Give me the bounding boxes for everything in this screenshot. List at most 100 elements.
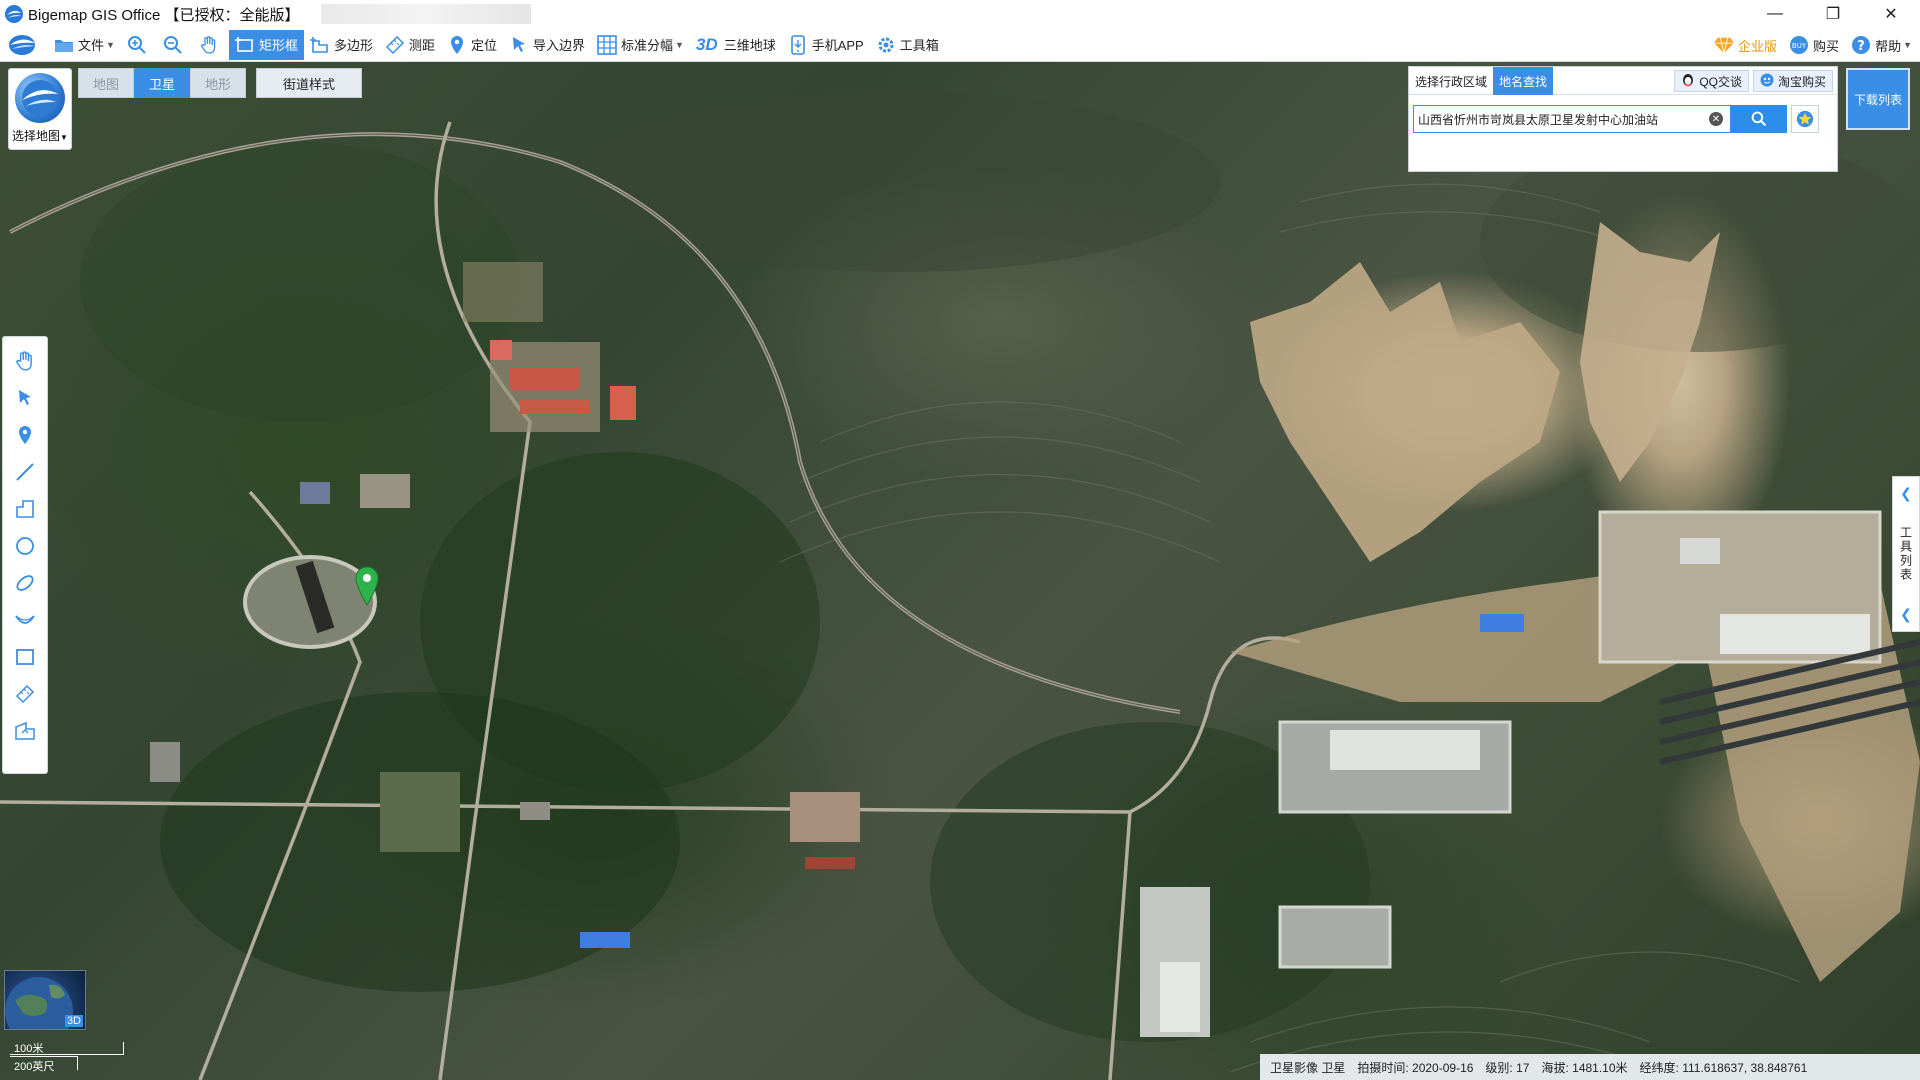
search-button[interactable] (1731, 105, 1787, 133)
imagery-source: 卫星影像 卫星 (1270, 1060, 1346, 1075)
map-type-tab-terrain[interactable]: 地形 (190, 68, 246, 98)
qq-chat-button[interactable]: QQ交谈 (1674, 70, 1749, 92)
chevron-down-icon: ▼ (106, 39, 115, 50)
scale-feet: 200英尺 (14, 1061, 55, 1073)
three-d-icon: 3D (695, 34, 718, 54)
line-tool[interactable] (7, 454, 43, 490)
rectangle-icon (16, 649, 34, 665)
standard-grid-label: 标准分幅 (621, 38, 674, 53)
ruler-icon (385, 35, 405, 55)
main-toolbar: 文件 ▼ 矩形框 多边形 测距 定位 导入边界 标准分幅 ▼ 3D 三维地球 手… (0, 28, 1920, 62)
taobao-buy-button[interactable]: 淘宝购买 (1752, 70, 1833, 92)
rectangle-select-icon (234, 35, 255, 55)
file-menu-label: 文件 (78, 38, 105, 53)
place-search-input[interactable] (1413, 105, 1731, 133)
toolbox-button[interactable]: 工具箱 (870, 30, 945, 60)
polygon-icon (309, 35, 330, 55)
restore-button[interactable]: ❐ (1804, 0, 1862, 28)
3d-badge: 3D (64, 1015, 83, 1027)
map-type-tab-map[interactable]: 地图 (78, 68, 134, 98)
search-panel: 选择行政区域 地名查找 QQ交谈 淘宝购买 ✕ (1408, 66, 1838, 172)
search-icon (1751, 111, 1767, 127)
map-type-tab-satellite[interactable]: 卫星 (134, 68, 190, 98)
pan-button[interactable] (193, 30, 229, 60)
tab-select-region[interactable]: 选择行政区域 (1409, 67, 1493, 95)
app-logo-icon (5, 5, 23, 23)
rect-select-tool[interactable]: 矩形框 (228, 29, 304, 60)
import-boundary-tool[interactable]: 导入边界 (503, 30, 591, 60)
zoom-out-button[interactable] (157, 30, 193, 60)
close-button[interactable]: ✕ (1862, 0, 1920, 28)
capture-time: 拍摄时间: 2020-09-16 (1357, 1060, 1474, 1075)
rectangle-tool[interactable] (7, 639, 43, 675)
buy-button[interactable]: BUY 购买 (1783, 30, 1845, 60)
favorites-button[interactable] (1791, 105, 1819, 133)
measure-tool[interactable]: 测距 (379, 30, 441, 60)
line-icon (16, 463, 34, 481)
chevron-left-icon[interactable]: ❮ (1900, 606, 1912, 623)
tool-list-panel[interactable]: ❮ 工具列表 ❮ (1892, 476, 1920, 632)
status-bar: 卫星影像 卫星 拍摄时间: 2020-09-16 级别: 17 海拔: 1481… (1260, 1054, 1920, 1080)
svg-text:BUY: BUY (1792, 42, 1807, 50)
zoom-out-icon (163, 35, 183, 55)
location-marker-icon[interactable] (354, 566, 380, 606)
satellite-map-canvas[interactable] (0, 62, 1920, 1080)
polygon-label: 多边形 (333, 38, 373, 53)
redacted-area (321, 4, 532, 24)
gear-icon (876, 35, 896, 55)
pan-tool[interactable] (7, 343, 43, 379)
ruler-icon (15, 684, 35, 704)
help-icon: ? (1851, 35, 1871, 55)
select-map-label: 选择地图 (12, 129, 61, 143)
buy-label: 购买 (1813, 38, 1840, 54)
select-map-button[interactable]: 选择地图▼ (8, 68, 72, 150)
file-menu[interactable]: 文件 ▼ (48, 30, 121, 60)
taobao-buy-label: 淘宝购买 (1777, 74, 1826, 89)
app-menu-button[interactable] (0, 30, 48, 60)
zoom-in-button[interactable] (121, 30, 157, 60)
zoom-level: 级别: 17 (1485, 1060, 1530, 1075)
grid-icon (597, 34, 617, 55)
polygon-tool[interactable]: 多边形 (304, 30, 379, 60)
window-title: Bigemap GIS Office 【已授权：全能版】 (28, 6, 300, 24)
chevron-left-icon[interactable]: ❮ (1900, 485, 1912, 502)
circle-tool[interactable] (7, 528, 43, 564)
drawing-toolbar (2, 336, 48, 774)
arc-icon (15, 615, 35, 624)
minimap-3d-globe[interactable]: 3D (4, 970, 86, 1030)
google-earth-icon (15, 73, 65, 123)
ruler-tool[interactable] (7, 676, 43, 712)
title-bar: Bigemap GIS Office 【已授权：全能版】 — ❐ ✕ (0, 0, 1920, 28)
download-list-button[interactable]: 下载列表 (1846, 68, 1910, 130)
standard-grid-menu[interactable]: 标准分幅 ▼ (591, 30, 690, 60)
coordinates: 经纬度: 111.618637, 38.848761 (1639, 1060, 1808, 1075)
qq-chat-label: QQ交谈 (1699, 74, 1742, 89)
enterprise-button[interactable]: 企业版 (1708, 30, 1783, 60)
mobile-phone-icon (788, 34, 808, 55)
satellite-imagery (0, 92, 1920, 1080)
taobao-icon (1760, 73, 1774, 90)
globe3d-button[interactable]: 3D 三维地球 (690, 30, 782, 60)
mobile-app-button[interactable]: 手机APP (782, 30, 870, 60)
globe3d-label: 三维地球 (723, 38, 776, 53)
tab-place-search[interactable]: 地名查找 (1493, 67, 1554, 95)
area-measure-icon (15, 721, 35, 740)
help-menu[interactable]: ? 帮助 ▼ (1845, 30, 1920, 60)
select-tool[interactable] (7, 380, 43, 416)
ellipse-tool[interactable] (7, 565, 43, 601)
rect-select-label: 矩形框 (258, 38, 298, 53)
polygon-draw-tool[interactable] (7, 491, 43, 527)
locate-tool[interactable]: 定位 (441, 30, 503, 60)
area-measure-tool[interactable] (7, 713, 43, 749)
point-tool[interactable] (7, 417, 43, 453)
qq-penguin-icon (1681, 73, 1695, 90)
arc-tool[interactable] (7, 602, 43, 638)
map-pin-icon (19, 426, 31, 444)
street-style-button[interactable]: 街道样式 (256, 68, 362, 98)
clear-input-icon[interactable]: ✕ (1709, 112, 1723, 126)
buy-badge-icon: BUY (1789, 35, 1809, 55)
zoom-in-icon (127, 35, 147, 55)
chevron-down-icon: ▼ (675, 39, 684, 50)
circle-icon (16, 537, 34, 555)
minimize-button[interactable]: — (1746, 0, 1804, 28)
